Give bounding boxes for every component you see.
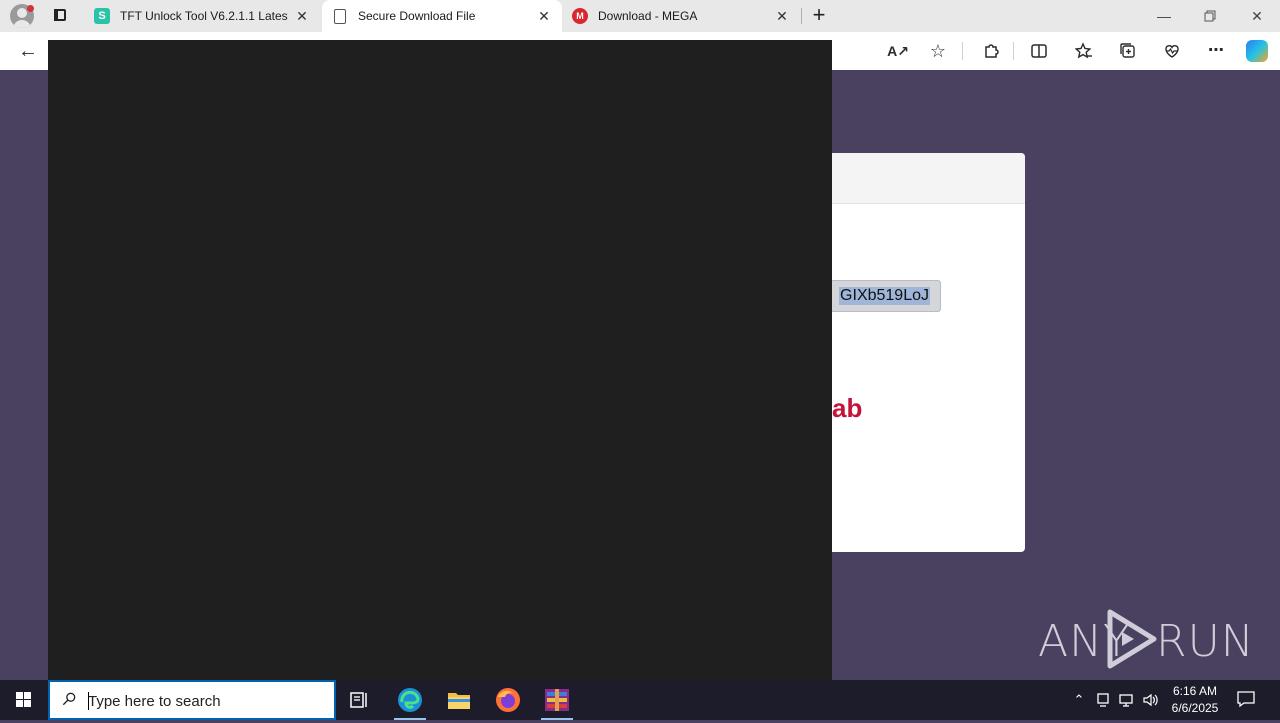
download-link-text: GIXb519LoJ (839, 287, 930, 305)
edge-icon (398, 688, 422, 712)
mega-icon: M (572, 8, 588, 24)
notification-center-button[interactable] (1236, 690, 1256, 708)
minimize-button[interactable]: — (1141, 0, 1187, 32)
chat-bubble-icon (1237, 691, 1255, 708)
anyrun-watermark: ANY RUN (1038, 608, 1254, 672)
browser-essentials-icon[interactable] (1161, 40, 1183, 62)
windows-taskbar: ⌃ 6:16 AM 6/6/2025 (0, 680, 1280, 720)
restore-button[interactable] (1187, 0, 1233, 32)
play-logo-icon (1107, 609, 1157, 669)
toolbar-separator (1013, 42, 1014, 60)
page-icon (334, 8, 346, 24)
back-arrow-icon[interactable]: ← (17, 40, 39, 62)
windows-logo-icon (16, 692, 23, 699)
taskbar-search-box[interactable] (48, 680, 336, 720)
firefox-icon (496, 688, 520, 712)
dark-popup-overlay[interactable] (48, 40, 832, 680)
close-icon[interactable]: ✕ (536, 8, 552, 24)
tab-separator (801, 8, 802, 24)
search-icon (62, 692, 76, 706)
more-options-icon[interactable]: ⋯ (1205, 40, 1227, 62)
task-view-button[interactable] (336, 680, 384, 720)
split-screen-icon[interactable] (1028, 40, 1050, 62)
folder-icon (448, 693, 470, 709)
favorite-star-icon[interactable]: ☆ (927, 40, 949, 62)
task-view-icon (350, 692, 367, 708)
close-icon[interactable]: ✕ (774, 8, 790, 24)
download-card: GIXb519LoJ ab (832, 153, 1025, 552)
close-icon[interactable]: ✕ (294, 8, 310, 24)
show-hidden-icons-chevron-icon[interactable]: ⌃ (1068, 680, 1090, 720)
winrar-icon (545, 689, 569, 711)
taskbar-winrar[interactable] (533, 680, 581, 720)
favorites-icon[interactable] (1073, 40, 1095, 62)
tab-mega[interactable]: M Download - MEGA ✕ (562, 0, 800, 32)
search-input[interactable] (88, 690, 318, 712)
taskbar-firefox[interactable] (484, 680, 532, 720)
extensions-icon[interactable] (980, 40, 1002, 62)
taskbar-clock[interactable]: 6:16 AM 6/6/2025 (1160, 683, 1230, 717)
notification-dot-icon (27, 5, 34, 12)
read-aloud-icon[interactable]: A↗ (887, 40, 909, 62)
clock-time: 6:16 AM (1172, 684, 1218, 698)
tab-strip: S TFT Unlock Tool V6.2.1.1 Latest 20 ✕ S… (0, 0, 1280, 32)
red-heading-text: ab (832, 393, 863, 423)
tab-secure-download[interactable]: Secure Download File ✕ (322, 0, 562, 32)
toolbar-separator (962, 42, 963, 60)
network-icon[interactable] (1116, 680, 1138, 720)
clock-date: 6/6/2025 (1171, 701, 1219, 715)
restore-icon (1204, 10, 1216, 22)
tab-actions-icon[interactable] (48, 6, 72, 26)
text-caret (88, 692, 89, 710)
s-logo-icon: S (94, 8, 110, 24)
start-button[interactable] (0, 680, 48, 720)
tab-title: Download - MEGA (598, 9, 698, 23)
tab-title: TFT Unlock Tool V6.2.1.1 Latest 20 (120, 9, 288, 23)
close-window-button[interactable]: ✕ (1234, 0, 1280, 32)
volume-icon[interactable] (1140, 680, 1162, 720)
copilot-icon[interactable] (1246, 40, 1268, 62)
watermark-text-right: RUN (1156, 616, 1255, 667)
tab-title: Secure Download File (358, 9, 476, 23)
download-link-field[interactable]: GIXb519LoJ (832, 280, 941, 312)
collections-icon[interactable] (1117, 40, 1139, 62)
taskbar-file-explorer[interactable] (435, 680, 483, 720)
card-header (832, 153, 1025, 204)
new-tab-button[interactable]: + (808, 4, 830, 26)
device-icon[interactable] (1092, 680, 1114, 720)
tab-tft-unlock[interactable]: S TFT Unlock Tool V6.2.1.1 Latest 20 ✕ (84, 0, 320, 32)
taskbar-edge[interactable] (386, 680, 434, 720)
